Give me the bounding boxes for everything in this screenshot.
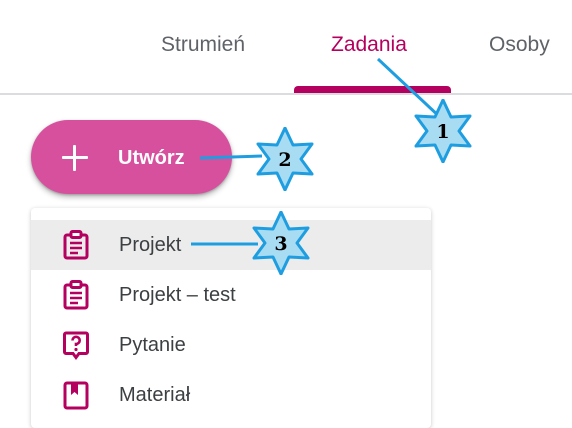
callout-number-1: 1 [436, 121, 449, 143]
callout-star-2: 2 [256, 127, 314, 191]
callout-lines [191, 57, 444, 246]
callout-star-3: 3 [252, 211, 310, 275]
callout-number-3: 3 [274, 233, 287, 255]
callout-star-1: 1 [414, 99, 472, 163]
callout-number-2: 2 [278, 149, 291, 171]
